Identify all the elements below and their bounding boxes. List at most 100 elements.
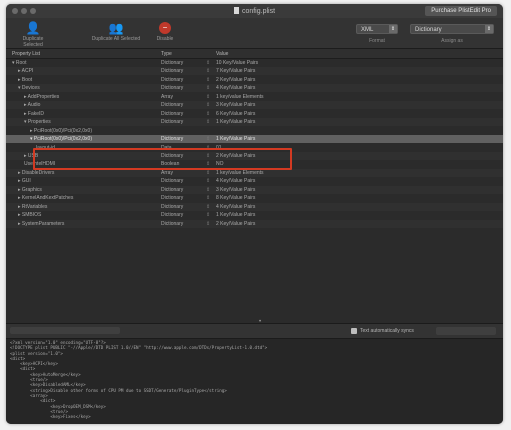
duplicate-all-selected-button[interactable]: 👥 Duplicate All Selected bbox=[86, 21, 146, 42]
row-key: ▸ Audio bbox=[24, 102, 40, 108]
row-key: ▸ DisableDrivers bbox=[18, 170, 54, 176]
row-key: ▾ PciRoot(0x0)/Pci(0x2,0x0) bbox=[30, 136, 92, 142]
plist-editor-window: config.plist Purchase PlistEdit Pro 👤 Du… bbox=[6, 4, 503, 424]
table-row[interactable]: ▸ PciRoot(0x0)/Pci(0x2,0x0) bbox=[6, 127, 503, 135]
type-stepper-icon[interactable]: ⇕ bbox=[206, 102, 210, 108]
row-key: ▾ Devices bbox=[18, 85, 40, 91]
table-row[interactable]: ▾ PciRoot(0x0)/Pci(0x2,0x0) Dictionary ⇕ 1 … bbox=[6, 135, 503, 144]
xml-line: <key>Fixes</key> bbox=[10, 414, 91, 420]
chevron-updown-icon: ⇕ bbox=[485, 25, 493, 33]
type-stepper-icon[interactable]: ⇕ bbox=[206, 85, 210, 91]
type-stepper-icon[interactable]: ⇕ bbox=[206, 178, 210, 184]
row-key: ▸ Graphics bbox=[18, 187, 42, 193]
table-row[interactable]: ▸ FakeID Dictionary ⇕ 6 Key/Value Pairs bbox=[6, 110, 503, 118]
table-row[interactable]: ▾ Properties Dictionary ⇕ 1 Key/Value Pairs bbox=[6, 118, 503, 127]
table-row[interactable]: ▸ Graphics Dictionary ⇕ 3 Key/Value Pairs bbox=[6, 185, 503, 194]
table-row[interactable]: ▸ Audio Dictionary ⇕ 3 Key/Value Pairs bbox=[6, 101, 503, 110]
auto-sync-checkbox[interactable] bbox=[351, 328, 357, 334]
row-key-text: FakeID bbox=[27, 110, 45, 117]
row-key-text: Devices bbox=[21, 85, 40, 92]
table-row[interactable]: ▾ Devices Dictionary ⇕ 4 Key/Value Pairs bbox=[6, 84, 503, 93]
row-key: ▸ ACPI bbox=[18, 68, 33, 74]
selection-highlight-box bbox=[33, 148, 292, 170]
type-stepper-icon[interactable]: ⇕ bbox=[206, 221, 210, 227]
type-stepper-icon[interactable]: ⇕ bbox=[206, 204, 210, 210]
type-stepper-icon[interactable]: ⇕ bbox=[206, 212, 210, 218]
disable-button[interactable]: − Disable bbox=[152, 21, 178, 42]
table-row[interactable]: ▾ Root Dictionary ⇕ 10 Key/Value Pairs bbox=[6, 59, 503, 67]
row-value: 2 Key/Value Pairs bbox=[216, 76, 256, 83]
sync-mode-select[interactable] bbox=[436, 327, 496, 335]
row-value: 6 Key/Value Pairs bbox=[216, 110, 256, 117]
row-key: ▾ Root bbox=[12, 60, 26, 66]
row-type: Dictionary bbox=[161, 76, 184, 83]
table-row[interactable]: ▸ DisableDrivers Array ⇕ 1 key/value Elemen… bbox=[6, 168, 503, 177]
row-key-text: ACPI bbox=[21, 68, 34, 75]
row-key-text: SystemParameters bbox=[21, 220, 65, 227]
row-key: ▾ Properties bbox=[24, 119, 51, 125]
table-row[interactable]: ▸ Boot Dictionary ⇕ 2 Key/Value Pairs bbox=[6, 76, 503, 84]
type-stepper-icon[interactable]: ⇕ bbox=[206, 187, 210, 193]
duplicate-selected-button[interactable]: 👤 Duplicate Selected bbox=[14, 21, 52, 48]
row-key-text: GUI bbox=[21, 178, 31, 185]
row-value: 4 Key/Value Pairs bbox=[216, 203, 256, 210]
row-value: 8 Key/Value Pairs bbox=[216, 195, 256, 202]
row-value: 1 Key/Value Pairs bbox=[216, 119, 256, 126]
assign-as-select[interactable]: Dictionary ⇕ bbox=[410, 24, 494, 34]
type-stepper-icon[interactable]: ⇕ bbox=[206, 77, 210, 83]
table-row[interactable]: ▸ ACPI Dictionary ⇕ 7 Key/Value Pairs bbox=[6, 67, 503, 76]
table-row[interactable]: ▸ SMBIOS Dictionary ⇕ 1 Key/Value Pairs bbox=[6, 211, 503, 219]
sync-bar: Text automatically syncs bbox=[6, 323, 503, 339]
row-value: 10 Key/Value Pairs bbox=[216, 60, 259, 66]
xml-text-view[interactable]: <?xml version="1.0" encoding="UTF-8"?> <!… bbox=[6, 339, 503, 424]
type-stepper-icon[interactable]: ⇕ bbox=[206, 68, 210, 74]
row-type: Dictionary bbox=[161, 203, 184, 210]
row-key: ▸ PciRoot(0x0)/Pci(0x2,0x0) bbox=[30, 128, 92, 134]
row-value: 1 key/value Elements bbox=[216, 169, 264, 176]
column-header: Property List Type Value bbox=[6, 49, 503, 59]
table-row[interactable]: ▸ RtVariables Dictionary ⇕ 4 Key/Value Pair… bbox=[6, 202, 503, 211]
type-stepper-icon[interactable]: ⇕ bbox=[206, 195, 210, 201]
row-key: ▸ KernelAndKextPatches bbox=[18, 195, 73, 201]
row-type: Dictionary bbox=[161, 102, 184, 109]
auto-sync-label: Text automatically syncs bbox=[360, 328, 414, 334]
key-column-header[interactable]: Property List bbox=[12, 51, 40, 57]
duplicate-all-selected-label: Duplicate All Selected bbox=[91, 36, 141, 42]
row-value: 4 Key/Value Pairs bbox=[216, 85, 256, 92]
row-key-text: Properties bbox=[27, 119, 51, 126]
table-row[interactable]: ▸ GUI Dictionary ⇕ 4 Key/Value Pairs bbox=[6, 177, 503, 185]
row-key: ▸ GUI bbox=[18, 178, 31, 184]
type-stepper-icon[interactable]: ⇕ bbox=[206, 170, 210, 176]
row-type: Dictionary bbox=[161, 186, 184, 193]
table-row[interactable]: ▸ SystemParameters Dictionary ⇕ 2 Key/Value… bbox=[6, 219, 503, 228]
disable-icon: − bbox=[159, 22, 171, 34]
row-type: Dictionary bbox=[161, 212, 184, 219]
row-key: ▸ Boot bbox=[18, 77, 32, 83]
type-column-header[interactable]: Type bbox=[161, 51, 172, 57]
row-type: Dictionary bbox=[161, 178, 184, 185]
type-stepper-icon[interactable]: ⇕ bbox=[206, 119, 210, 125]
row-key-text: DisableDrivers bbox=[21, 169, 55, 176]
type-stepper-icon[interactable]: ⇕ bbox=[206, 94, 210, 100]
table-row[interactable]: ▸ KernelAndKextPatches Dictionary ⇕ 8 Key/V… bbox=[6, 194, 503, 202]
table-row[interactable]: ▸ AddProperties Array ⇕ 1 key/value Element… bbox=[6, 93, 503, 101]
person-icon: 👤 bbox=[25, 21, 41, 35]
row-value: 7 Key/Value Pairs bbox=[216, 68, 256, 75]
purchase-button[interactable]: Purchase PlistEdit Pro bbox=[425, 6, 497, 16]
row-type: Dictionary bbox=[161, 119, 184, 126]
row-type: Dictionary bbox=[161, 136, 184, 143]
type-stepper-icon[interactable]: ⇕ bbox=[206, 111, 210, 117]
format-select[interactable]: XML ⇕ bbox=[356, 24, 398, 34]
assign-as-select-value: Dictionary bbox=[415, 27, 442, 33]
row-type: Dictionary bbox=[161, 60, 184, 66]
row-key-text: KernelAndKextPatches bbox=[21, 195, 74, 202]
row-key-text: Boot bbox=[21, 76, 33, 83]
value-column-header[interactable]: Value bbox=[216, 51, 228, 57]
type-stepper-icon[interactable]: ⇕ bbox=[206, 136, 210, 142]
text-format-select[interactable] bbox=[10, 327, 120, 334]
type-stepper-icon[interactable]: ⇕ bbox=[206, 60, 210, 66]
row-type: Dictionary bbox=[161, 220, 184, 227]
row-key: ▸ SMBIOS bbox=[18, 212, 41, 218]
row-key-text: AddProperties bbox=[27, 93, 60, 100]
row-type: Array bbox=[161, 169, 173, 176]
